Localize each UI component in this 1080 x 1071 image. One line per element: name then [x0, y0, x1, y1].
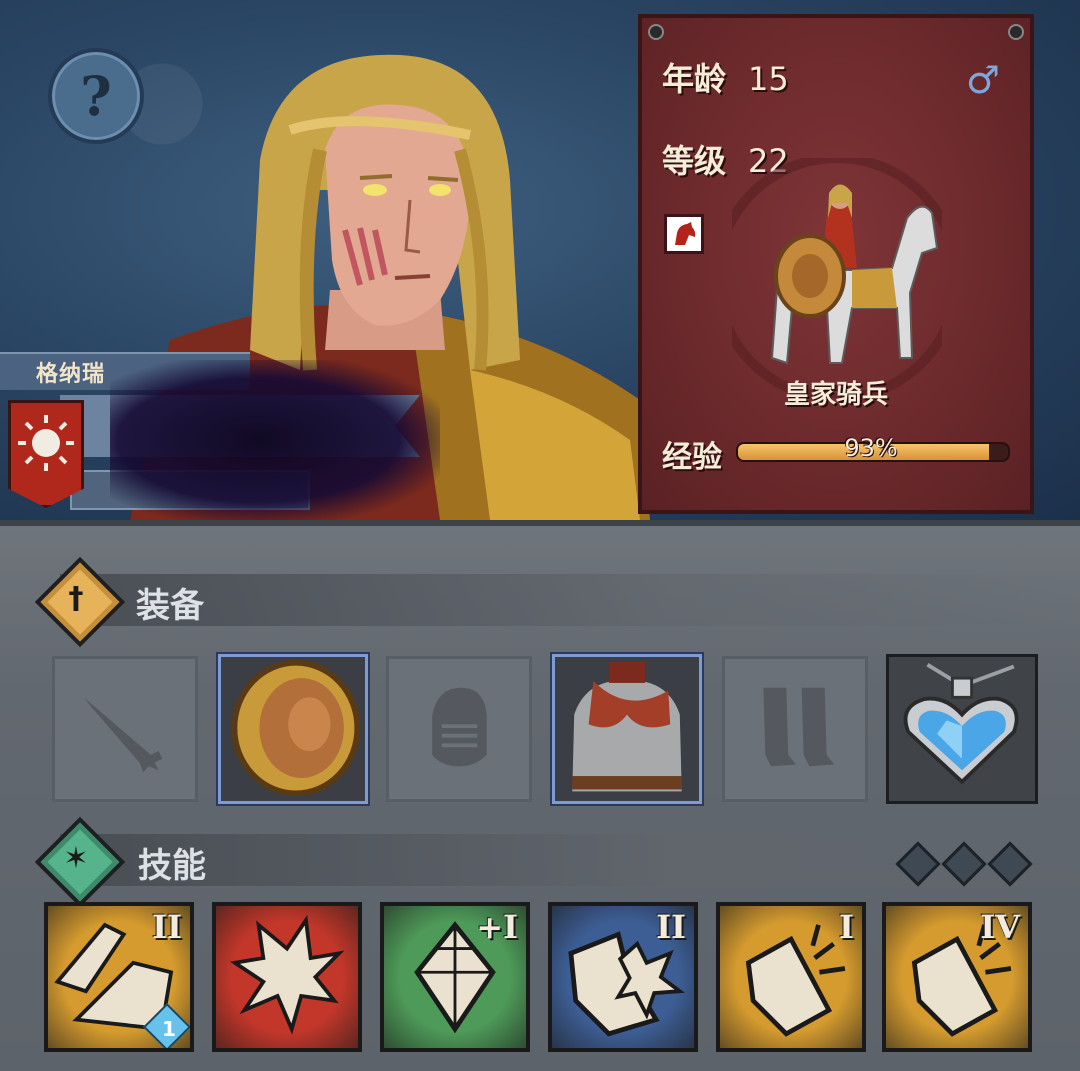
- faction-emblem: [8, 400, 84, 508]
- age-label: 年龄: [662, 60, 727, 98]
- male-icon: ♂: [965, 58, 1000, 102]
- redacted-area: [110, 360, 440, 520]
- heart-amulet-icon: [903, 663, 1019, 785]
- rivet: [648, 24, 664, 40]
- skill-cavalry-charge[interactable]: II 1: [44, 902, 194, 1052]
- skills-title: 技能: [138, 846, 206, 886]
- rivet: [1008, 24, 1024, 40]
- cavalry-class-icon[interactable]: [664, 214, 704, 254]
- armor-slot[interactable]: [552, 654, 702, 804]
- helmet-icon: [432, 687, 487, 767]
- equipment-title: 装备: [136, 586, 204, 626]
- faction-name: 格纳瑞: [36, 362, 106, 387]
- star-icon: ✶: [63, 840, 89, 876]
- xp-percent: 93%: [844, 434, 898, 462]
- skill-tier: II: [656, 908, 686, 946]
- skill-crushing-blow[interactable]: [212, 902, 362, 1052]
- trinket-slot[interactable]: [886, 654, 1038, 804]
- skill-shield-block[interactable]: I: [716, 902, 866, 1052]
- shield-slot[interactable]: [218, 654, 368, 804]
- sword-icon: [83, 697, 163, 773]
- skill-tier: II: [152, 908, 182, 946]
- skill-tier: I: [839, 908, 854, 946]
- age-value: 15: [748, 60, 789, 98]
- sun-icon: [18, 415, 74, 471]
- crushing-blow-icon: [229, 914, 345, 1035]
- helmet-slot[interactable]: [386, 656, 532, 802]
- unit-type-label: 皇家骑兵: [783, 380, 888, 410]
- unit-mount-illustration: [732, 158, 942, 398]
- skill-tier: +I: [476, 908, 518, 946]
- round-shield-icon: [231, 659, 361, 797]
- skill-shield-block[interactable]: IV: [882, 902, 1032, 1052]
- xp-label: 经验: [662, 440, 722, 475]
- horse-head-icon: [675, 222, 696, 245]
- skill-crystal[interactable]: +I: [380, 902, 530, 1052]
- age-row: 年龄 15: [662, 54, 789, 100]
- question-mark-icon: ?: [80, 64, 112, 128]
- equipment-header-band: [60, 574, 1070, 626]
- hero-portrait-area: ? 格纳瑞 年龄 15 ♂ 等级 22 皇家骑兵 经验 93%: [0, 0, 1080, 520]
- boots-slot[interactable]: [722, 656, 868, 802]
- gem-count: 1: [162, 1017, 176, 1041]
- weapon-slot[interactable]: [52, 656, 198, 802]
- chainmail-armor-icon: [572, 661, 682, 792]
- skill-shield-bash[interactable]: II: [548, 902, 698, 1052]
- level-label: 等级: [662, 142, 727, 180]
- dagger-icon: †: [68, 580, 84, 616]
- skill-tier: IV: [980, 908, 1020, 946]
- greaves-icon: [763, 687, 835, 767]
- hero-stats-panel: 年龄 15 ♂ 等级 22 皇家骑兵 经验 93%: [638, 14, 1034, 514]
